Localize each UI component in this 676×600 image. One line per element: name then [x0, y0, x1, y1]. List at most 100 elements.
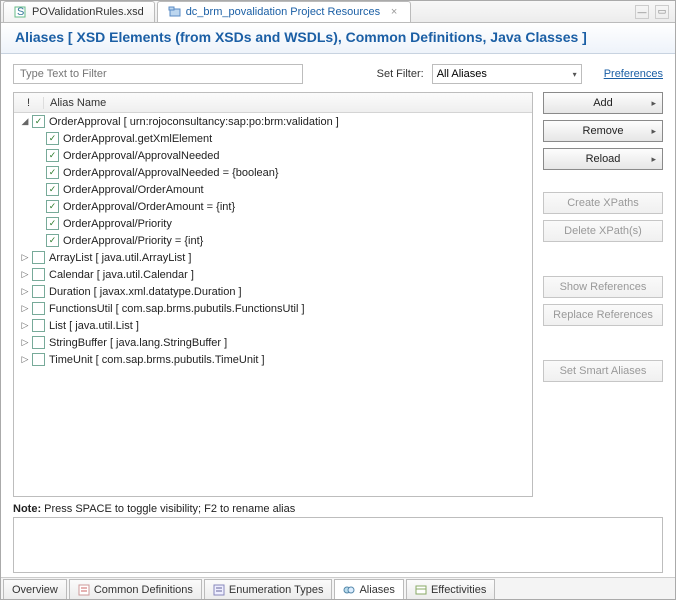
- alias-row[interactable]: · OrderApproval.getXmlElement: [14, 130, 532, 147]
- tab-project-resources[interactable]: dc_brm_povalidation Project Resources ×: [157, 1, 411, 22]
- alias-row[interactable]: · OrderApproval/ApprovalNeeded: [14, 147, 532, 164]
- set-smart-aliases-button: Set Smart Aliases: [543, 360, 663, 382]
- visibility-checkbox[interactable]: [46, 200, 59, 213]
- expand-icon[interactable]: ▷: [18, 303, 32, 314]
- visibility-checkbox[interactable]: [46, 166, 59, 179]
- filter-input[interactable]: [13, 64, 303, 84]
- column-alias-name[interactable]: Alias Name: [44, 97, 106, 109]
- preferences-link[interactable]: Preferences: [604, 68, 663, 80]
- twisty-spacer: ·: [18, 185, 32, 195]
- tab-effectivities[interactable]: Effectivities: [406, 579, 495, 599]
- expand-icon[interactable]: ▷: [18, 252, 32, 263]
- editor-tab-bar: S POValidationRules.xsd dc_brm_povalidat…: [1, 1, 675, 23]
- alias-row[interactable]: ◢ OrderApproval [ urn:rojoconsultancy:sap…: [14, 113, 532, 130]
- visibility-checkbox[interactable]: [46, 234, 59, 247]
- alias-row[interactable]: ▷ Duration [ javax.xml.datatype.Duration …: [14, 283, 532, 300]
- tree-header: ! Alias Name: [14, 93, 532, 113]
- visibility-checkbox[interactable]: [32, 115, 45, 128]
- alias-label: OrderApproval/ApprovalNeeded = {boolean}: [63, 167, 279, 179]
- maximize-icon[interactable]: ▭: [655, 5, 669, 19]
- expand-icon[interactable]: ▷: [18, 286, 32, 297]
- alias-label: OrderApproval [ urn:rojoconsultancy:sap:…: [49, 116, 339, 128]
- alias-row[interactable]: ▷ StringBuffer [ java.lang.StringBuffer ]: [14, 334, 532, 351]
- alias-row[interactable]: · OrderApproval/ApprovalNeeded = {boolean…: [14, 164, 532, 181]
- project-icon: [168, 6, 182, 18]
- visibility-checkbox[interactable]: [32, 336, 45, 349]
- twisty-spacer: ·: [18, 168, 32, 178]
- tree-body[interactable]: ◢ OrderApproval [ urn:rojoconsultancy:sap…: [14, 113, 532, 496]
- tab-common-definitions[interactable]: Common Definitions: [69, 579, 202, 599]
- chevron-right-icon: ▸: [651, 98, 656, 109]
- column-visibility[interactable]: !: [14, 97, 44, 109]
- expand-icon[interactable]: ▷: [18, 354, 32, 365]
- aliases-icon: [343, 584, 355, 596]
- twisty-spacer: ·: [18, 202, 32, 212]
- visibility-checkbox[interactable]: [32, 268, 45, 281]
- alias-row[interactable]: ▷ List [ java.util.List ]: [14, 317, 532, 334]
- set-filter-label: Set Filter:: [377, 68, 424, 80]
- add-button[interactable]: Add▸: [543, 92, 663, 114]
- note-label: Note:: [13, 503, 41, 515]
- twisty-spacer: ·: [18, 151, 32, 161]
- create-xpaths-button: Create XPaths: [543, 192, 663, 214]
- alias-label: OrderApproval/OrderAmount = {int}: [63, 201, 235, 213]
- alias-label: Duration [ javax.xml.datatype.Duration ]: [49, 286, 242, 298]
- alias-row[interactable]: · OrderApproval/OrderAmount = {int}: [14, 198, 532, 215]
- alias-label: TimeUnit [ com.sap.brms.pubutils.TimeUni…: [49, 354, 265, 366]
- visibility-checkbox[interactable]: [46, 149, 59, 162]
- window-controls: — ▭: [635, 5, 675, 19]
- collapse-icon[interactable]: ◢: [18, 116, 32, 127]
- xsd-file-icon: S: [14, 6, 28, 18]
- chevron-right-icon: ▸: [651, 126, 656, 137]
- side-buttons: Add▸ Remove▸ Reload▸ Create XPaths Delet…: [543, 92, 663, 497]
- alias-row[interactable]: ▷ ArrayList [ java.util.ArrayList ]: [14, 249, 532, 266]
- alias-label: OrderApproval.getXmlElement: [63, 133, 212, 145]
- alias-label: List [ java.util.List ]: [49, 320, 139, 332]
- content-row: ! Alias Name ◢ OrderApproval [ urn:rojoco…: [13, 92, 663, 497]
- alias-label: ArrayList [ java.util.ArrayList ]: [49, 252, 191, 264]
- visibility-checkbox[interactable]: [32, 319, 45, 332]
- tab-enumeration-types[interactable]: Enumeration Types: [204, 579, 333, 599]
- twisty-spacer: ·: [18, 219, 32, 229]
- expand-icon[interactable]: ▷: [18, 269, 32, 280]
- alias-row[interactable]: ·OrderApproval/Priority: [14, 215, 532, 232]
- alias-row[interactable]: ▷Calendar [ java.util.Calendar ]: [14, 266, 532, 283]
- visibility-checkbox[interactable]: [46, 132, 59, 145]
- reload-button[interactable]: Reload▸: [543, 148, 663, 170]
- alias-row[interactable]: ·OrderApproval/Priority = {int}: [14, 232, 532, 249]
- note-row: Note: Press SPACE to toggle visibility; …: [13, 503, 663, 515]
- chevron-down-icon: ▾: [573, 70, 577, 79]
- delete-xpaths-button: Delete XPath(s): [543, 220, 663, 242]
- tab-label: POValidationRules.xsd: [32, 6, 144, 18]
- alias-label: OrderApproval/ApprovalNeeded: [63, 150, 220, 162]
- alias-row[interactable]: ▷ TimeUnit [ com.sap.brms.pubutils.TimeUn…: [14, 351, 532, 368]
- alias-row[interactable]: · OrderApproval/OrderAmount: [14, 181, 532, 198]
- visibility-checkbox[interactable]: [32, 353, 45, 366]
- remove-button[interactable]: Remove▸: [543, 120, 663, 142]
- enum-icon: [213, 584, 225, 596]
- bottom-tab-bar: Overview Common Definitions Enumeration …: [1, 577, 675, 599]
- visibility-checkbox[interactable]: [32, 251, 45, 264]
- tab-overview[interactable]: Overview: [3, 579, 67, 599]
- visibility-checkbox[interactable]: [32, 285, 45, 298]
- visibility-checkbox[interactable]: [46, 217, 59, 230]
- minimize-icon[interactable]: —: [635, 5, 649, 19]
- filter-select-value: All Aliases: [437, 68, 487, 80]
- details-textarea[interactable]: [13, 517, 663, 573]
- alias-label: StringBuffer [ java.lang.StringBuffer ]: [49, 337, 227, 349]
- effectivities-icon: [415, 584, 427, 596]
- note-text: Press SPACE to toggle visibility; F2 to …: [41, 503, 295, 515]
- chevron-right-icon: ▸: [651, 154, 656, 165]
- filter-select[interactable]: All Aliases ▾: [432, 64, 582, 84]
- twisty-spacer: ·: [18, 134, 32, 144]
- alias-row[interactable]: ▷FunctionsUtil [ com.sap.brms.pubutils.F…: [14, 300, 532, 317]
- tab-aliases[interactable]: Aliases: [334, 579, 403, 599]
- visibility-checkbox[interactable]: [32, 302, 45, 315]
- close-icon[interactable]: ×: [388, 6, 400, 18]
- visibility-checkbox[interactable]: [46, 183, 59, 196]
- tab-povalidationrules[interactable]: S POValidationRules.xsd: [3, 1, 155, 22]
- expand-icon[interactable]: ▷: [18, 320, 32, 331]
- svg-text:S: S: [17, 6, 24, 18]
- alias-label: OrderApproval/OrderAmount: [63, 184, 204, 196]
- expand-icon[interactable]: ▷: [18, 337, 32, 348]
